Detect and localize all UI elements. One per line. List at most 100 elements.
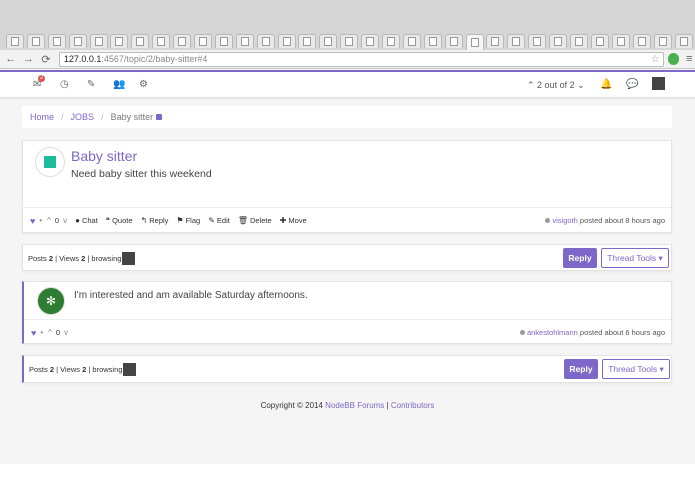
extension-icon[interactable] — [667, 53, 680, 65]
browser-tab[interactable] — [277, 34, 296, 48]
tab-favicon-icon — [115, 37, 124, 46]
tab-favicon-icon — [345, 37, 354, 46]
reply-action-button[interactable]: ↰ Reply — [141, 216, 169, 225]
flag-icon: ⚑ — [176, 216, 184, 225]
post-body: Need baby sitter this weekend — [71, 168, 212, 180]
delete-button[interactable]: 🗑 Delete — [238, 216, 272, 225]
browser-tab[interactable] — [465, 34, 484, 50]
browser-tab[interactable] — [319, 34, 338, 48]
tab-favicon-icon — [512, 37, 521, 46]
favourite-heart-icon[interactable]: ♥ — [31, 328, 36, 338]
favourite-count-dot: • — [39, 216, 43, 225]
browser-tab[interactable] — [214, 34, 233, 48]
browsing-user-avatar[interactable] — [123, 363, 137, 376]
browser-tab[interactable] — [444, 34, 463, 48]
tab-list — [6, 34, 695, 50]
upvote-icon[interactable]: ^ — [48, 328, 52, 337]
quote-button[interactable]: ❝ Quote — [106, 216, 133, 225]
reload-icon[interactable]: ⟳ — [39, 52, 53, 66]
bookmark-star-icon[interactable]: ☆ — [651, 54, 660, 65]
user-avatar[interactable] — [652, 77, 665, 90]
browser-tab[interactable] — [611, 34, 630, 48]
topic-stats-bar-bottom: Posts 2 | Views 2 | browsing Reply Threa… — [22, 355, 672, 383]
reply-button[interactable]: Reply — [563, 248, 597, 268]
upvote-icon[interactable]: ^ — [47, 216, 51, 225]
contributors-link[interactable]: Contributors — [391, 401, 435, 410]
nodebb-link[interactable]: NodeBB Forums — [325, 401, 384, 410]
browser-tab[interactable] — [152, 34, 171, 48]
favourite-heart-icon[interactable]: ♥ — [30, 216, 35, 226]
browser-tab[interactable] — [131, 34, 150, 48]
move-icon: ✚ — [279, 216, 287, 225]
browser-tab[interactable] — [89, 34, 108, 48]
tab-favicon-icon — [679, 37, 688, 46]
forward-icon[interactable]: → — [22, 52, 36, 66]
thread-tools-button[interactable]: Thread Tools ▾ — [601, 248, 669, 268]
browser-tab[interactable] — [382, 34, 401, 48]
thread-tools-button[interactable]: Thread Tools ▾ — [602, 359, 670, 379]
tab-favicon-icon — [470, 38, 479, 47]
reply-post: ✻ I'm interested and am available Saturd… — [22, 281, 672, 344]
browser-tab[interactable] — [26, 34, 45, 48]
settings-icon[interactable]: ⚙ — [139, 79, 148, 90]
browser-tab[interactable] — [590, 34, 609, 48]
browser-tab[interactable] — [570, 34, 589, 48]
flag-button[interactable]: ⚑ Flag — [176, 216, 200, 225]
browser-tab[interactable] — [632, 34, 651, 48]
browser-tab[interactable] — [653, 34, 672, 48]
rss-icon[interactable] — [156, 114, 163, 120]
breadcrumb-home[interactable]: Home — [30, 112, 54, 122]
edit-button[interactable]: ✎ Edit — [208, 216, 230, 225]
tab-favicon-icon — [387, 37, 396, 46]
tab-favicon-icon — [240, 37, 249, 46]
browser-tab[interactable] — [423, 34, 442, 48]
downvote-icon[interactable]: v — [64, 328, 68, 337]
tab-favicon-icon — [219, 37, 228, 46]
browser-tab[interactable] — [402, 34, 421, 48]
author-avatar[interactable] — [35, 147, 65, 177]
reply-footer: ♥ • ^ 0 v ankestohlmann posted about 6 h… — [24, 319, 671, 345]
users-icon[interactable]: 👥 — [113, 79, 125, 90]
browser-tab[interactable] — [256, 34, 275, 48]
tab-favicon-icon — [52, 37, 61, 46]
recent-icon[interactable]: ◷ — [60, 79, 69, 90]
browser-tab[interactable] — [110, 34, 129, 48]
tab-favicon-icon — [178, 37, 187, 46]
chat-button[interactable]: ● Chat — [75, 216, 98, 225]
notifications-bell-icon[interactable]: 🔔 — [600, 79, 612, 90]
browsing-user-avatar[interactable] — [122, 252, 136, 265]
address-bar[interactable]: 127.0.0.1 :4567/topic/2/baby-sitter#4 ☆ — [58, 51, 664, 67]
reply-button[interactable]: Reply — [564, 359, 598, 379]
downvote-icon[interactable]: v — [63, 216, 67, 225]
move-button[interactable]: ✚ Move — [280, 216, 307, 225]
author-link[interactable]: visigoth — [552, 216, 577, 225]
post-meta: visigoth posted about 8 hours ago — [545, 216, 665, 225]
tab-favicon-icon — [136, 37, 145, 46]
browser-tab[interactable] — [486, 34, 505, 48]
browser-tab[interactable] — [298, 34, 317, 48]
breadcrumb-category[interactable]: JOBS — [71, 112, 95, 122]
browser-tab[interactable] — [507, 34, 526, 48]
tags-icon[interactable]: ✎ — [87, 79, 95, 90]
topic-title: Baby sitter — [71, 148, 138, 164]
browser-tab[interactable] — [173, 34, 192, 48]
chat-icon[interactable]: 💬 — [626, 79, 638, 90]
browser-tab[interactable] — [340, 34, 359, 48]
post-pager[interactable]: ⌃ 2 out of 2 ⌄ — [527, 80, 585, 91]
reply-author-avatar[interactable]: ✻ — [37, 287, 65, 315]
browser-tab[interactable] — [549, 34, 568, 48]
tab-favicon-icon — [595, 37, 604, 46]
topic-stats: Posts 2 | Views 2 | browsing — [28, 252, 136, 265]
browser-tab[interactable] — [194, 34, 213, 48]
page-footer: Copyright © 2014 NodeBB Forums | Contrib… — [260, 401, 435, 410]
back-icon[interactable]: ← — [4, 52, 18, 66]
browser-tab[interactable] — [361, 34, 380, 48]
browser-tab[interactable] — [235, 34, 254, 48]
browser-tab[interactable] — [674, 34, 693, 48]
browser-tab[interactable] — [68, 34, 87, 48]
browser-tab[interactable] — [6, 34, 24, 48]
browser-tab[interactable] — [528, 34, 547, 48]
browser-tab[interactable] — [47, 34, 66, 48]
author-link[interactable]: ankestohlmann — [527, 328, 578, 337]
browser-menu-icon[interactable]: ≡ — [683, 53, 695, 65]
